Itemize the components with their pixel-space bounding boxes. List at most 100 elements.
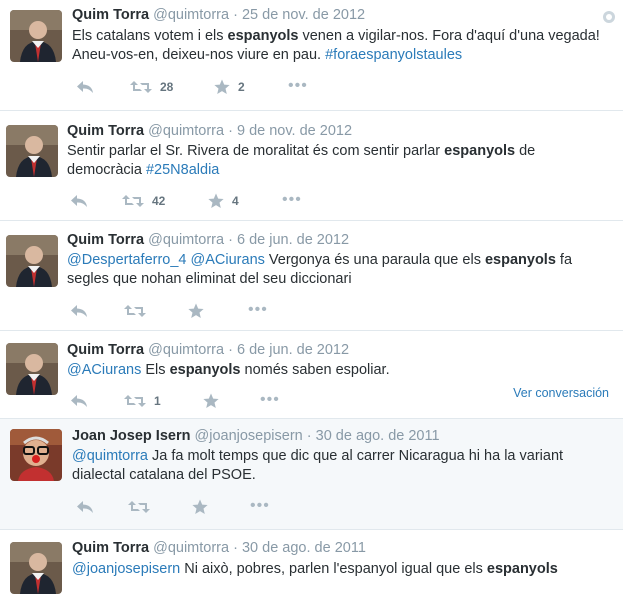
reply-icon: [77, 501, 93, 513]
more-icon[interactable]: •••: [288, 77, 308, 95]
mention-link[interactable]: @ACiurans: [67, 362, 141, 378]
author-handle[interactable]: @quimtorra: [148, 342, 224, 358]
tweet-1[interactable]: Quim Torra @quimtorra · 25 de nov. de 20…: [0, 0, 623, 111]
tweet-date[interactable]: 30 de ago. de 2011: [242, 540, 366, 556]
avatar[interactable]: [10, 542, 62, 594]
star-icon: [192, 499, 208, 514]
view-conversation-link[interactable]: Ver conversación: [513, 386, 609, 400]
separator: ·: [228, 342, 233, 358]
tweet-2[interactable]: Quim Torra @quimtorra · 9 de nov. de 201…: [0, 111, 623, 221]
hashtag-link[interactable]: #25N8aldia: [146, 162, 219, 178]
tweet-4[interactable]: Quim Torra @quimtorra · 6 de jun. de 201…: [0, 331, 623, 419]
text-segment: Els catalans votem i els: [72, 28, 228, 44]
tweet-header: Quim Torra @quimtorra · 6 de jun. de 201…: [67, 232, 349, 248]
favorite-count: 2: [238, 80, 245, 94]
mention-link[interactable]: @quimtorra: [72, 448, 148, 464]
highlighted-term: espanyols: [169, 362, 241, 378]
tweet-header: Quim Torra @quimtorra · 6 de jun. de 201…: [67, 342, 349, 358]
favorite-button[interactable]: [203, 391, 227, 411]
avatar[interactable]: [6, 125, 58, 177]
tweet-text: Els catalans votem i els espanyols venen…: [72, 27, 612, 65]
separator: ·: [228, 232, 233, 248]
reply-button[interactable]: [76, 497, 94, 517]
author-name[interactable]: Quim Torra: [72, 7, 149, 23]
retweet-icon: [130, 81, 152, 93]
author-handle[interactable]: @quimtorra: [153, 540, 229, 556]
settings-icon[interactable]: [603, 11, 615, 23]
favorite-button[interactable]: [188, 301, 212, 321]
more-icon[interactable]: •••: [282, 191, 302, 209]
tweet-text: @joanjosepisern Ni això, pobres, parlen …: [72, 560, 612, 579]
retweet-icon: [128, 501, 150, 513]
author-name[interactable]: Quim Torra: [67, 232, 144, 248]
retweet-button[interactable]: 28: [130, 77, 173, 97]
tweet-date[interactable]: 6 de jun. de 2012: [237, 232, 349, 248]
reply-button[interactable]: [70, 191, 88, 211]
tweet-6[interactable]: Quim Torra @quimtorra · 30 de ago. de 20…: [0, 530, 623, 600]
author-handle[interactable]: @joanjosepisern: [195, 428, 303, 444]
reply-button[interactable]: [76, 77, 94, 97]
separator: ·: [233, 7, 238, 23]
mention-link[interactable]: @Despertaferro_4: [67, 252, 187, 268]
more-icon[interactable]: •••: [250, 497, 270, 515]
tweet-text: Sentir parlar el Sr. Rivera de moralitat…: [67, 142, 607, 180]
author-handle[interactable]: @quimtorra: [148, 123, 224, 139]
author-name[interactable]: Quim Torra: [67, 342, 144, 358]
text-segment: Sentir parlar el Sr. Rivera de moralitat…: [67, 143, 445, 159]
retweet-count: 28: [160, 80, 174, 94]
retweet-button[interactable]: 42: [122, 191, 165, 211]
separator: ·: [233, 540, 238, 556]
retweet-count: 42: [152, 194, 166, 208]
tweet-date[interactable]: 30 de ago. de 2011: [316, 428, 440, 444]
more-icon[interactable]: •••: [248, 301, 268, 319]
author-handle[interactable]: @quimtorra: [148, 232, 224, 248]
avatar[interactable]: [10, 429, 62, 481]
star-icon: [188, 303, 204, 318]
retweet-button[interactable]: [128, 497, 158, 517]
author-name[interactable]: Quim Torra: [67, 123, 144, 139]
reply-icon: [71, 395, 87, 407]
favorite-button[interactable]: 4: [208, 191, 239, 211]
favorite-count: 4: [232, 194, 239, 208]
avatar[interactable]: [6, 235, 58, 287]
retweet-count: 1: [154, 394, 161, 408]
retweet-icon: [124, 395, 146, 407]
author-name[interactable]: Joan Josep Isern: [72, 428, 190, 444]
tweet-date[interactable]: 9 de nov. de 2012: [237, 123, 352, 139]
author-name[interactable]: Quim Torra: [72, 540, 149, 556]
tweet-header: Joan Josep Isern @joanjosepisern · 30 de…: [72, 428, 440, 444]
tweet-date[interactable]: 25 de nov. de 2012: [242, 7, 365, 23]
text-segment: només saben espoliar.: [240, 362, 390, 378]
author-handle[interactable]: @quimtorra: [153, 7, 229, 23]
highlighted-term: espanyols: [484, 252, 556, 268]
reply-button[interactable]: [70, 301, 88, 321]
tweet-header: Quim Torra @quimtorra · 30 de ago. de 20…: [72, 540, 366, 556]
retweet-button[interactable]: 1: [124, 391, 161, 411]
retweet-icon: [124, 305, 146, 317]
star-icon: [208, 193, 224, 208]
tweet-5[interactable]: Joan Josep Isern @joanjosepisern · 30 de…: [0, 419, 623, 530]
star-icon: [203, 393, 219, 408]
text-segment: Els: [141, 362, 170, 378]
tweet-text: @ACiurans Els espanyols només saben espo…: [67, 361, 607, 380]
retweet-button[interactable]: [124, 301, 154, 321]
mention-link[interactable]: @ACiurans: [191, 252, 265, 268]
tweet-header: Quim Torra @quimtorra · 25 de nov. de 20…: [72, 7, 365, 23]
more-icon[interactable]: •••: [260, 391, 280, 409]
highlighted-term: espanyols: [486, 561, 558, 577]
separator: ·: [306, 428, 312, 444]
highlighted-term: espanyols: [444, 143, 516, 159]
avatar[interactable]: [10, 10, 62, 62]
tweet-3[interactable]: Quim Torra @quimtorra · 6 de jun. de 201…: [0, 221, 623, 331]
avatar[interactable]: [6, 343, 58, 395]
tweet-date[interactable]: 6 de jun. de 2012: [237, 342, 349, 358]
reply-button[interactable]: [70, 391, 88, 411]
text-segment: Ni això, pobres, parlen l'espanyol igual…: [180, 561, 487, 577]
favorite-button[interactable]: [192, 497, 216, 517]
reply-icon: [71, 195, 87, 207]
hashtag-link[interactable]: #foraespanyolstaules: [325, 47, 462, 63]
tweet-header: Quim Torra @quimtorra · 9 de nov. de 201…: [67, 123, 352, 139]
tweet-text: @Despertaferro_4 @ACiurans Vergonya és u…: [67, 251, 607, 289]
favorite-button[interactable]: 2: [214, 77, 245, 97]
mention-link[interactable]: @joanjosepisern: [72, 561, 180, 577]
